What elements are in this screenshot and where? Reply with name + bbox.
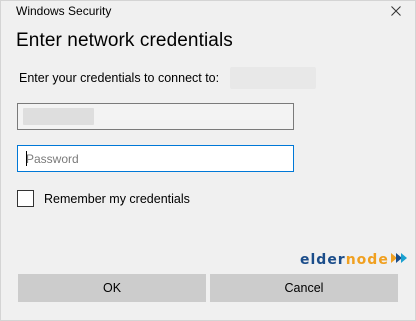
- logo-text-elder: elder: [300, 252, 346, 268]
- close-icon: [391, 6, 401, 16]
- arrows-icon: [389, 251, 410, 269]
- logo-text-node: node: [345, 252, 389, 268]
- text-caret: [26, 151, 27, 166]
- password-field[interactable]: [17, 145, 294, 172]
- cancel-button[interactable]: Cancel: [210, 274, 398, 302]
- dialog-heading: Enter network credentials: [16, 30, 233, 51]
- connect-prompt: Enter your credentials to connect to:: [19, 71, 220, 85]
- remember-credentials-row[interactable]: Remember my credentials: [17, 190, 190, 207]
- eldernode-logo: elder node: [300, 251, 410, 269]
- remember-credentials-label[interactable]: Remember my credentials: [44, 192, 190, 206]
- credentials-dialog: Windows Security Enter network credentia…: [0, 0, 416, 321]
- close-button[interactable]: [383, 1, 409, 21]
- redacted-target-host: [230, 67, 316, 89]
- redacted-username: [23, 108, 94, 125]
- remember-credentials-checkbox[interactable]: [17, 190, 34, 207]
- ok-button[interactable]: OK: [18, 274, 206, 302]
- window-title: Windows Security: [16, 4, 112, 18]
